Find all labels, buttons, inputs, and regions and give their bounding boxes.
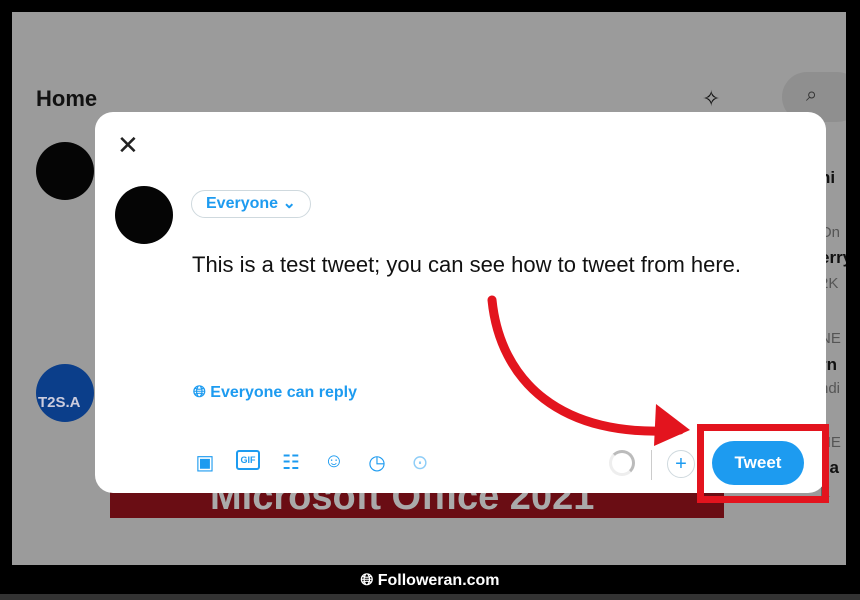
globe-icon: 🌐︎ <box>360 572 374 589</box>
annotation-arrow <box>487 295 690 446</box>
bottom-edge <box>0 594 860 600</box>
watermark: 🌐︎ Followeran.com <box>360 572 500 589</box>
